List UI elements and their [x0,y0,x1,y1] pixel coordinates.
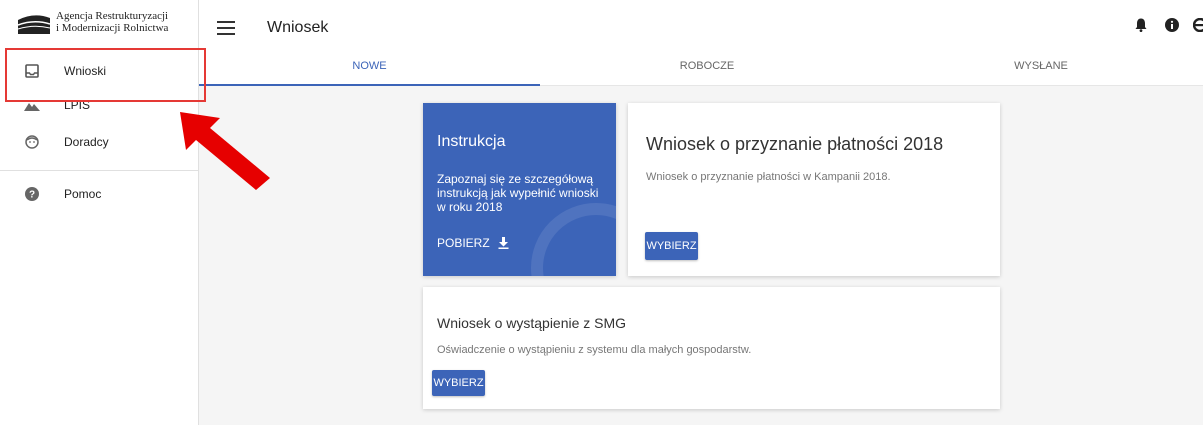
card-title: Wniosek o wystąpienie z SMG [437,315,627,331]
download-link[interactable]: POBIERZ [437,236,509,250]
download-label: POBIERZ [437,236,490,250]
menu-icon[interactable] [217,21,235,35]
face-icon [24,134,40,150]
logo-line-2: i Modernizacji Rolnictwa [56,22,169,34]
tab-wyslane[interactable]: WYSŁANE [874,56,1203,86]
instruction-title: Instrukcja [437,133,506,150]
card-title: Wniosek o przyznanie płatności 2018 [646,134,944,154]
card-description: Oświadczenie o wystąpieniu z systemu dla… [437,344,752,356]
logo[interactable]: Agencja Restrukturyzacji i Modernizacji … [0,0,198,44]
instruction-text: Zapoznaj się ze szczegółową instrukcją j… [437,172,599,214]
sidebar-divider [0,170,198,171]
card-description: Wniosek o przyznanie płatności w Kampani… [646,171,891,183]
page-title: Wniosek [267,19,329,36]
highlight-box [5,48,206,102]
arimr-logo-icon [17,10,51,34]
logo-line-1: Agencja Restrukturyzacji [56,10,169,22]
select-button[interactable]: WYBIERZ [645,232,698,260]
toolbar-actions [1117,17,1203,37]
annotation-arrow-icon [180,112,270,190]
info-icon[interactable] [1165,18,1179,37]
instruction-card: Instrukcja Zapoznaj się ze szczegółową i… [423,103,616,276]
svg-text:?: ? [29,190,35,201]
tab-nowe[interactable]: NOWE [199,56,540,86]
account-icon[interactable] [1192,17,1203,37]
application-card-smg: Wniosek o wystąpienie z SMG Oświadczenie… [423,287,1000,409]
sidebar-item-doradcy[interactable]: Doradcy [0,120,198,164]
sidebar-item-label: Pomoc [64,187,102,201]
logo-text: Agencja Restrukturyzacji i Modernizacji … [56,10,168,34]
top-app-bar: Wniosek [199,0,1203,56]
sidebar-item-label: Doradcy [64,135,109,149]
tab-robocze[interactable]: ROBOCZE [540,56,874,86]
tab-bar: NOWE ROBOCZE WYSŁANE [199,56,1203,86]
download-icon [498,237,509,249]
bell-icon[interactable] [1135,18,1147,37]
select-button[interactable]: WYBIERZ [432,370,485,396]
application-card-payments-2018: Wniosek o przyznanie płatności 2018 Wnio… [628,103,1000,276]
help-icon: ? [24,186,40,202]
active-tab-indicator [199,84,540,86]
sidebar-item-pomoc[interactable]: ? Pomoc [0,177,198,211]
